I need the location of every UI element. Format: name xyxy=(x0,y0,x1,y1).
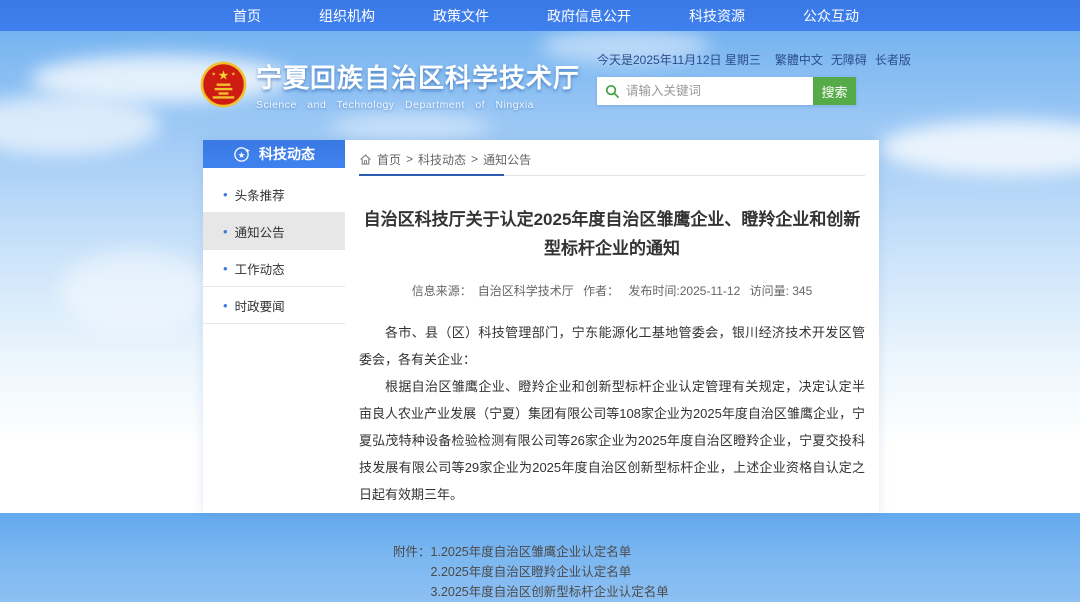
search-input[interactable] xyxy=(626,84,805,98)
breadcrumb-tech-news[interactable]: 科技动态 xyxy=(418,151,466,168)
sidebar-item-headlines[interactable]: 头条推荐 xyxy=(203,176,345,213)
breadcrumb: 首页 > 科技动态 > 通知公告 xyxy=(359,150,865,168)
attachments-label: 附件： xyxy=(393,542,431,602)
star-circle-icon: ★ xyxy=(233,146,250,163)
sidebar-title: 科技动态 xyxy=(259,144,315,164)
attachment-link-3[interactable]: 3.2025年度自治区创新型标杆企业认定名单 xyxy=(431,582,669,602)
nav-item-interaction[interactable]: 公众互动 xyxy=(803,6,859,26)
article-paragraph: 各市、县（区）科技管理部门，宁东能源化工基地管委会，银川经济技术开发区管委会，各… xyxy=(359,319,865,373)
site-subtitle: Science and Technology Department of Nin… xyxy=(256,99,580,111)
site-title: 宁夏回族自治区科学技术厅 xyxy=(256,58,580,95)
cloud-decoration xyxy=(0,95,160,155)
national-emblem-logo: ★ ★ ★ xyxy=(200,61,247,108)
link-traditional-chinese[interactable]: 繁體中文 xyxy=(775,51,823,68)
sidebar-item-notices[interactable]: 通知公告 xyxy=(203,213,345,250)
nav-item-gov-info[interactable]: 政府信息公开 xyxy=(547,6,631,26)
sidebar-item-label: 工作动态 xyxy=(235,259,285,278)
site-brand[interactable]: ★ ★ ★ 宁夏回族自治区科学技术厅 Science and Technolog… xyxy=(200,58,580,111)
meta-source-label: 信息来源： xyxy=(412,284,472,298)
article-area: 首页 > 科技动态 > 通知公告 自治区科技厅关于认定2025年度自治区雏鹰企业… xyxy=(345,140,879,513)
search-bar: 搜索 xyxy=(597,77,856,105)
meta-publish-time: 发布时间:2025-11-12 xyxy=(628,284,740,298)
svg-text:★: ★ xyxy=(218,68,229,83)
link-elder-version[interactable]: 长者版 xyxy=(875,51,911,68)
attachments-block: 附件： 1.2025年度自治区雏鹰企业认定名单 2.2025年度自治区瞪羚企业认… xyxy=(393,542,865,602)
search-button[interactable]: 搜索 xyxy=(813,77,856,105)
top-navigation: 首页 组织机构 政策文件 政府信息公开 科技资源 公众互动 xyxy=(0,0,1080,31)
svg-text:★: ★ xyxy=(212,72,217,78)
sidebar-item-label: 头条推荐 xyxy=(235,185,285,204)
meta-source: 自治区科学技术厅 xyxy=(478,284,574,298)
breadcrumb-separator: > xyxy=(406,152,413,166)
breadcrumb-notices[interactable]: 通知公告 xyxy=(483,151,531,168)
svg-text:★: ★ xyxy=(231,72,236,78)
article-meta: 信息来源： 自治区科学技术厅 作者： 发布时间:2025-11-12 访问量: 3… xyxy=(359,282,865,299)
current-date: 今天是2025年11月12日 星期三 xyxy=(597,51,761,68)
breadcrumb-separator: > xyxy=(471,152,478,166)
meta-views: 访问量: 345 xyxy=(750,284,813,298)
cloud-decoration xyxy=(880,120,1080,175)
header-utilities: 今天是2025年11月12日 星期三 繁體中文 无障碍 长者版 搜索 xyxy=(597,51,873,105)
link-accessibility[interactable]: 无障碍 xyxy=(831,51,867,68)
sidebar: ★ 科技动态 头条推荐 通知公告 工作动态 时政要闻 xyxy=(203,140,345,513)
search-icon xyxy=(605,84,620,99)
article-body: 各市、县（区）科技管理部门，宁东能源化工基地管委会，银川经济技术开发区管委会，各… xyxy=(359,319,865,508)
sidebar-item-label: 通知公告 xyxy=(235,222,285,241)
sidebar-item-work-news[interactable]: 工作动态 xyxy=(203,250,345,287)
meta-author-label: 作者： xyxy=(583,284,619,298)
cloud-decoration xyxy=(330,112,490,142)
home-icon xyxy=(359,153,372,166)
breadcrumb-divider xyxy=(359,175,865,176)
sidebar-header-tech-news[interactable]: ★ 科技动态 xyxy=(203,140,345,168)
svg-text:★: ★ xyxy=(238,149,246,159)
breadcrumb-home[interactable]: 首页 xyxy=(377,151,401,168)
article-paragraph: 根据自治区雏鹰企业、瞪羚企业和创新型标杆企业认定管理有关规定，决定认定半亩良人农… xyxy=(359,373,865,508)
sidebar-item-label: 时政要闻 xyxy=(235,296,285,315)
attachment-link-1[interactable]: 1.2025年度自治区雏鹰企业认定名单 xyxy=(431,542,669,562)
sidebar-item-politics-news[interactable]: 时政要闻 xyxy=(203,287,345,324)
article-title: 自治区科技厅关于认定2025年度自治区雏鹰企业、瞪羚企业和创新型标杆企业的通知 xyxy=(362,205,862,263)
cloud-decoration xyxy=(60,250,210,330)
content-panel: ★ 科技动态 头条推荐 通知公告 工作动态 时政要闻 xyxy=(203,140,879,513)
nav-item-organization[interactable]: 组织机构 xyxy=(319,6,375,26)
nav-item-resources[interactable]: 科技资源 xyxy=(689,6,745,26)
attachment-link-2[interactable]: 2.2025年度自治区瞪羚企业认定名单 xyxy=(431,562,669,582)
nav-item-home[interactable]: 首页 xyxy=(233,6,261,26)
nav-item-policy[interactable]: 政策文件 xyxy=(433,6,489,26)
